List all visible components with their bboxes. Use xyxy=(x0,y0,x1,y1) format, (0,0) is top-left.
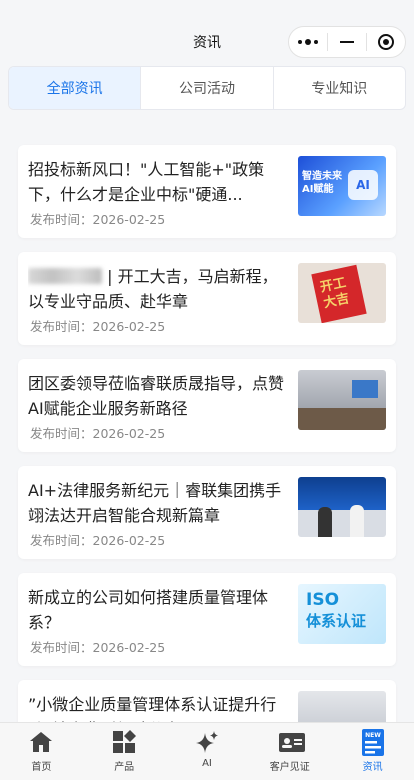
article-card[interactable]: 招投标新风口！"人工智能+"政策下，什么才是企业中标"硬通... 发布时间：20… xyxy=(18,145,396,238)
certification-text: 体系认证 xyxy=(306,612,367,630)
tab-professional-knowledge[interactable]: 专业知识 xyxy=(274,67,405,109)
blurred-text xyxy=(28,268,102,284)
tabbar-item-products[interactable]: 产品 xyxy=(83,723,166,780)
iso-text: ISO xyxy=(306,590,340,610)
screen-shape xyxy=(352,380,378,398)
news-icon: NEW xyxy=(360,729,386,756)
close-button[interactable] xyxy=(367,27,405,57)
article-list: 招投标新风口！"人工智能+"政策下，什么才是企业中标"硬通... 发布时间：20… xyxy=(18,145,396,780)
article-thumbnail: 开工 大吉 xyxy=(298,263,386,323)
article-card[interactable]: AI+法律服务新纪元｜睿联集团携手翊法达开启智能合规新篇章 发布时间：2026-… xyxy=(18,466,396,559)
news-badge: NEW xyxy=(365,732,381,739)
more-icon xyxy=(298,39,318,45)
article-card[interactable]: 团区委领导莅临睿联质晟指导，点赞AI赋能企业服务新路径 发布时间：2026-02… xyxy=(18,359,396,452)
article-date: 发布时间：2026-02-25 xyxy=(30,533,166,548)
home-icon xyxy=(28,729,54,755)
article-date: 发布时间：2026-02-25 xyxy=(30,640,166,655)
article-date: 发布时间：2026-02-25 xyxy=(30,319,166,334)
article-title: AI+法律服务新纪元｜睿联集团携手翊法达开启智能合规新篇章 xyxy=(28,481,282,525)
bottom-tab-bar: 首页 产品 AI 客户见证 NEW 资讯 xyxy=(0,722,414,780)
tabbar-label: 客户见证 xyxy=(269,762,310,773)
article-card[interactable]: 新成立的公司如何搭建质量管理体系？ 发布时间：2026-02-25 ISO 体系… xyxy=(18,573,396,666)
article-thumbnail xyxy=(298,477,386,537)
id-card-icon xyxy=(277,729,305,755)
thumbnail-text: 开工 大吉 xyxy=(318,275,351,312)
target-icon xyxy=(378,34,394,50)
tabbar-label: 产品 xyxy=(114,762,135,773)
grid-icon xyxy=(111,729,137,755)
minimize-button[interactable] xyxy=(328,27,366,57)
article-thumbnail: ISO 体系认证 xyxy=(298,584,386,644)
tabbar-label: 资讯 xyxy=(362,762,383,773)
thumbnail-text: 智造未来 AI赋能 xyxy=(302,171,342,195)
article-date: 发布时间：2026-02-25 xyxy=(30,212,166,227)
tabbar-item-news[interactable]: NEW 资讯 xyxy=(331,723,414,780)
mini-program-capsule xyxy=(288,26,406,58)
red-banner: 开工 大吉 xyxy=(311,264,367,323)
table-shape xyxy=(298,408,386,430)
category-tabs: 全部资讯 公司活动 专业知识 xyxy=(8,66,406,110)
tabbar-item-home[interactable]: 首页 xyxy=(0,723,83,780)
tabbar-item-ai[interactable]: AI xyxy=(166,723,249,780)
tab-company-events[interactable]: 公司活动 xyxy=(141,67,274,109)
tab-all-news[interactable]: 全部资讯 xyxy=(9,67,142,109)
article-thumbnail xyxy=(298,370,386,430)
person-shape xyxy=(350,505,364,537)
article-title: | 开工大吉，马启新程，以专业守品质、赴华章 xyxy=(28,264,290,314)
minus-icon xyxy=(340,41,354,43)
ai-badge: AI xyxy=(348,170,378,200)
person-shape xyxy=(318,507,332,537)
article-card[interactable]: | 开工大吉，马启新程，以专业守品质、赴华章 发布时间：2026-02-25 开… xyxy=(18,252,396,345)
tabbar-label: 首页 xyxy=(31,762,52,773)
tabbar-item-testimonials[interactable]: 客户见证 xyxy=(248,723,331,780)
article-thumbnail: 智造未来 AI赋能 AI xyxy=(298,156,386,216)
tabbar-label: AI xyxy=(202,758,212,769)
article-title: 新成立的公司如何搭建质量管理体系？ xyxy=(28,588,269,632)
more-button[interactable] xyxy=(289,27,327,57)
sparkle-icon xyxy=(194,729,220,755)
article-title: 招投标新风口！"人工智能+"政策下，什么才是企业中标"硬通... xyxy=(28,160,265,204)
article-date: 发布时间：2026-02-25 xyxy=(30,426,166,441)
article-title: 团区委领导莅临睿联质晟指导，点赞AI赋能企业服务新路径 xyxy=(28,374,285,418)
